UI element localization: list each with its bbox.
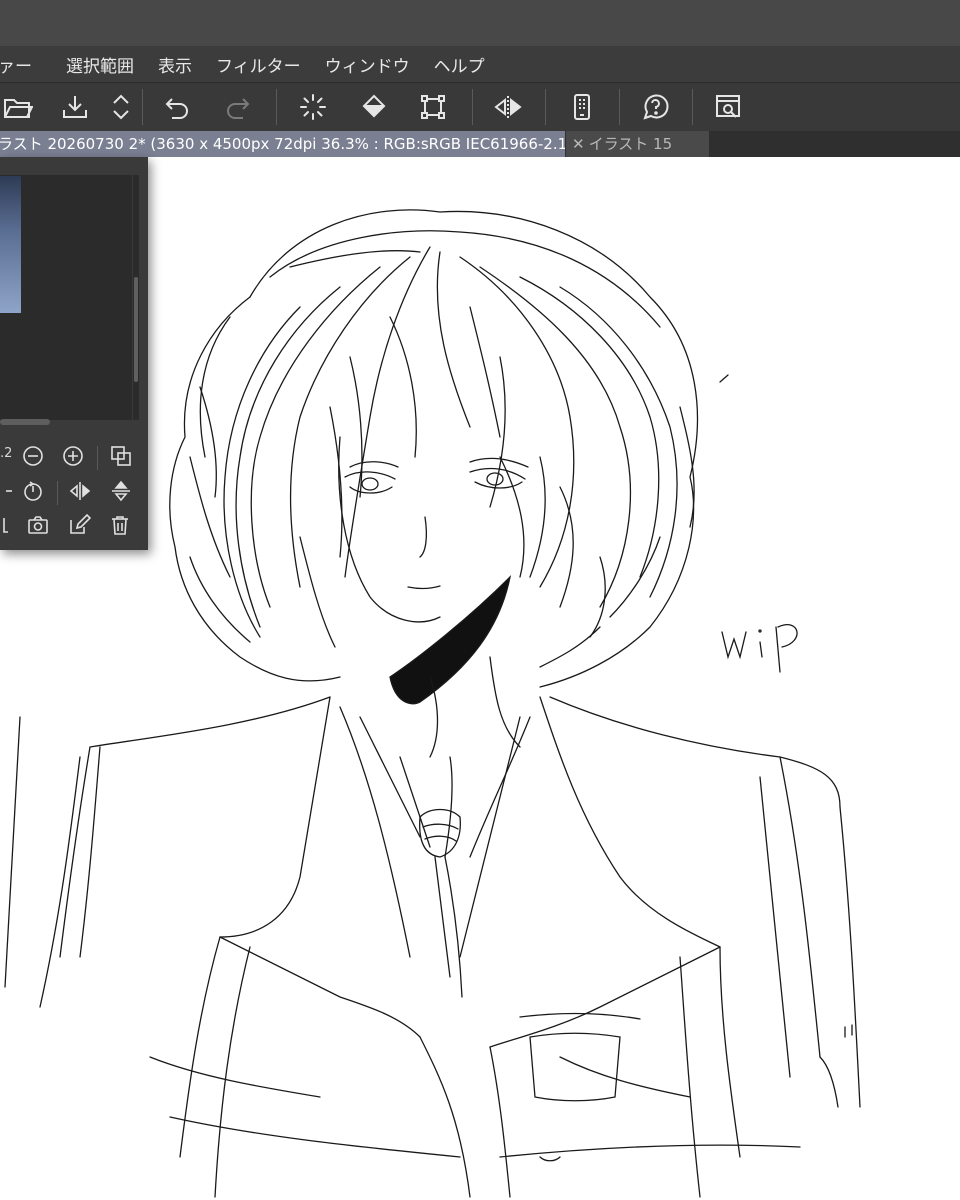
wip-handwriting [721, 631, 747, 660]
menu-item-view[interactable]: 表示 [146, 52, 204, 77]
navigator-separator [57, 481, 58, 505]
toolbar-separator [142, 89, 143, 125]
toolbar-separator [276, 89, 277, 125]
camera-icon[interactable] [24, 511, 52, 539]
navigator-zoom-row: .2 [0, 440, 148, 474]
rotate-icon[interactable] [19, 477, 47, 505]
save-icon[interactable] [57, 90, 93, 124]
trash-icon[interactable] [106, 511, 134, 539]
navigator-panel: .2 [0, 157, 148, 550]
tab-inactive-document[interactable]: ✕ イラスト 15 [566, 131, 709, 157]
undo-icon[interactable] [159, 90, 195, 124]
menu-item-filter[interactable]: フィルター [204, 52, 313, 77]
menu-item-layer[interactable]: ァー [0, 52, 44, 77]
document-tab-bar: ラスト 20260730 2* (3630 x 4500px 72dpi 36.… [0, 131, 960, 157]
jacket-shoulder-left [59, 696, 331, 958]
jacket-pocket [529, 1032, 621, 1102]
jacket-shoulder-right [549, 696, 841, 808]
flip-horizontal-icon[interactable] [490, 90, 526, 124]
open-folder-icon[interactable] [0, 90, 36, 124]
flip-h-icon[interactable] [66, 477, 94, 505]
fit-icon[interactable] [107, 442, 135, 470]
toolbar-separator [545, 89, 546, 125]
menu-bar: ァー 選択範囲 表示 フィルター ウィンドウ ヘルプ [0, 46, 960, 82]
flip-v-icon[interactable] [107, 477, 135, 505]
title-bar [0, 0, 960, 46]
navigator-thumbnail [0, 176, 21, 313]
toolbar-separator [692, 89, 693, 125]
menu-item-window[interactable]: ウィンドウ [313, 52, 422, 77]
zoom-in-icon[interactable] [59, 442, 87, 470]
tab-inactive-title: イラスト 15 [588, 135, 673, 153]
window-search-icon[interactable] [710, 90, 746, 124]
close-icon[interactable]: ✕ [572, 135, 585, 153]
neck-shadow [389, 575, 512, 705]
tab-active-title: ラスト 20260730 2* (3630 x 4500px 72dpi 36.… [0, 135, 565, 153]
jacket-lapel-left [219, 696, 331, 938]
navigator-scroll-thumb[interactable] [134, 277, 138, 382]
tab-active-document[interactable]: ラスト 20260730 2* (3630 x 4500px 72dpi 36.… [0, 131, 565, 157]
loading-spinner-icon[interactable] [295, 90, 331, 124]
canvas-annotation: wip [722, 696, 724, 698]
navigator-hscroll-thumb[interactable] [0, 419, 50, 425]
fill-bucket-icon[interactable] [356, 90, 392, 124]
hair-outline [169, 296, 341, 682]
navigator-rotate-row [0, 475, 148, 509]
updown-chevron-icon[interactable] [103, 90, 139, 124]
zoom-out-icon[interactable] [19, 442, 47, 470]
zoom-value: .2 [0, 446, 13, 461]
rotate-left-icon[interactable] [0, 477, 18, 505]
menu-item-selection[interactable]: 選択範囲 [54, 52, 146, 77]
toolbar-separator [619, 89, 620, 125]
edit-icon[interactable] [65, 511, 93, 539]
help-icon[interactable] [637, 90, 673, 124]
shirt-collar [359, 716, 421, 838]
command-bar [0, 82, 960, 132]
menu-item-help[interactable]: ヘルプ [422, 52, 497, 77]
navigator-action-row [0, 509, 148, 543]
new-layer-icon[interactable] [0, 511, 16, 539]
toolbar-separator [472, 89, 473, 125]
smartphone-icon[interactable] [564, 90, 600, 124]
transform-icon[interactable] [415, 90, 451, 124]
redo-icon[interactable] [220, 90, 256, 124]
navigator-separator [97, 446, 98, 470]
jacket-lapel-right [539, 696, 721, 948]
